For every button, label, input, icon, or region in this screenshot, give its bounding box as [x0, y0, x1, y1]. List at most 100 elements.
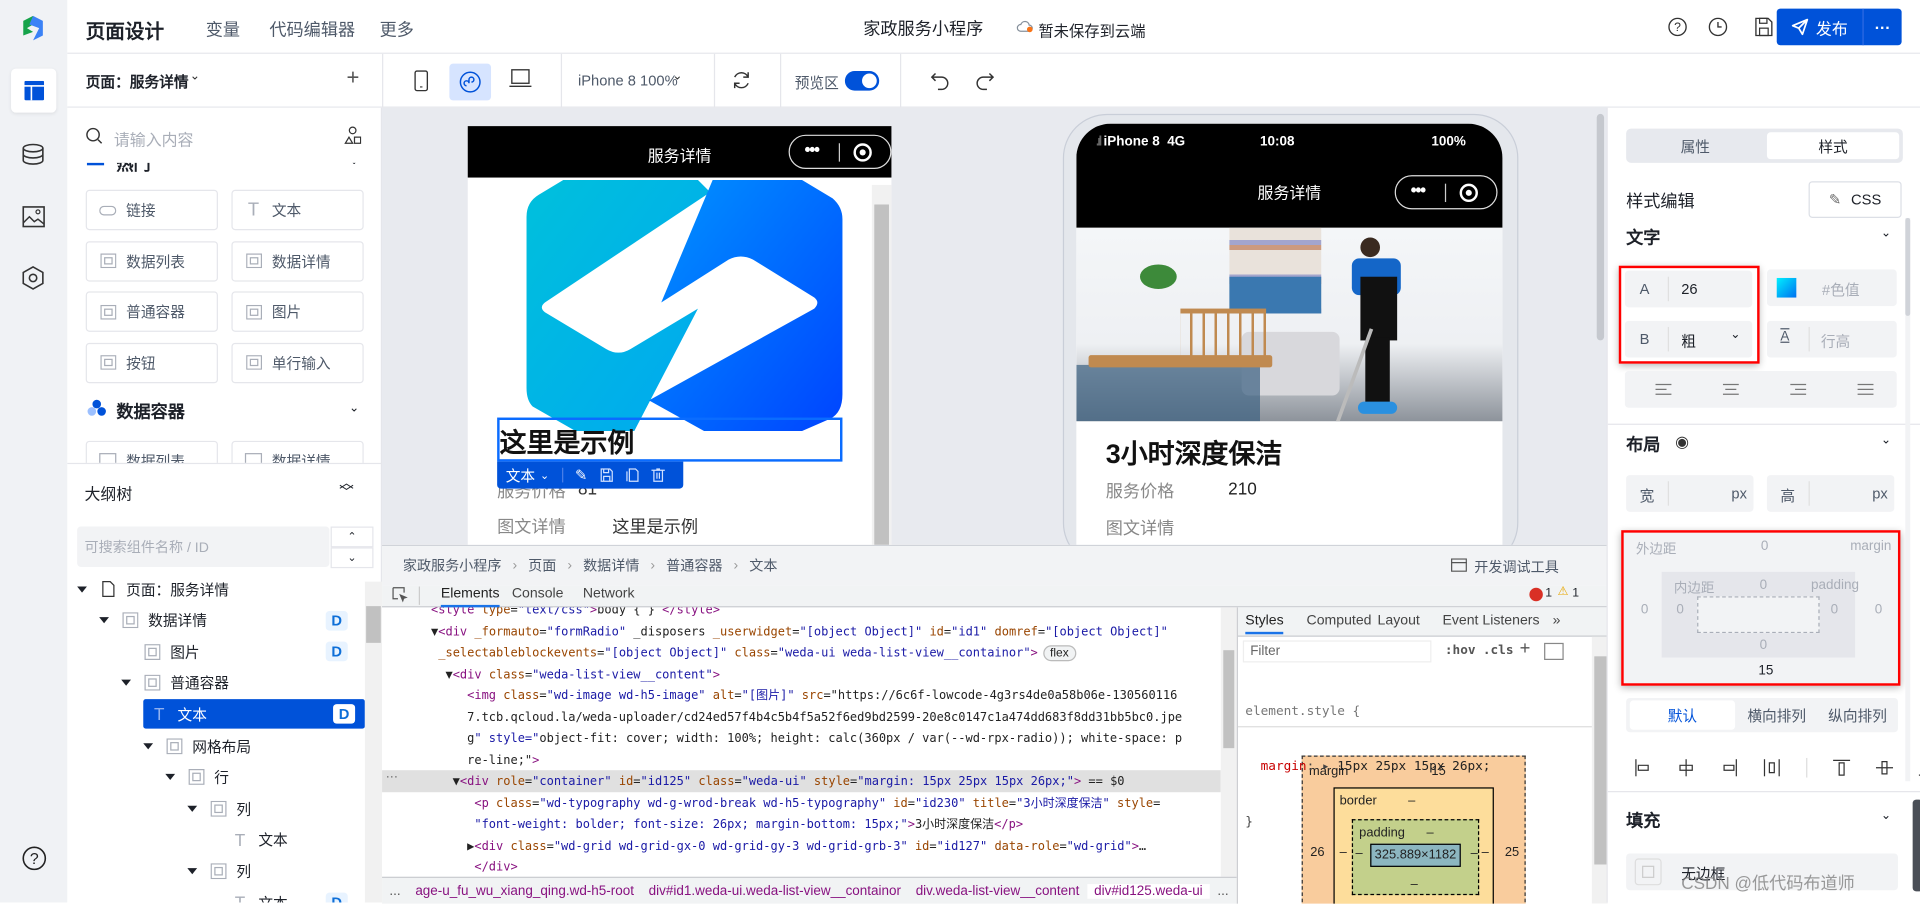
margin-bottom-input[interactable]: 15 [1758, 664, 1773, 679]
dom-line[interactable]: <p class="wd-typography wd-g-wrod-break … [382, 792, 1221, 813]
component-item[interactable]: 数据详情 [231, 240, 364, 282]
dom-line-text[interactable]: ▶<div class="wd-grid wd-grid-gx-0 wd-gri… [431, 839, 1146, 852]
dom-line[interactable]: re-line;"> [382, 749, 1221, 770]
history-icon[interactable] [1708, 17, 1728, 37]
more-dots-icon[interactable]: ••• [1411, 180, 1427, 200]
align-middle-icon[interactable] [1875, 759, 1894, 776]
component-item[interactable]: 单行输入 [231, 342, 364, 383]
group-hot[interactable]: 热门 [116, 163, 150, 176]
styles-filter-input[interactable]: Filter [1242, 640, 1432, 663]
component-item[interactable]: T 文本 [231, 189, 364, 231]
dom-line[interactable]: ▼<div role="container" id="id125" class=… [382, 770, 1221, 792]
dom-line-text[interactable]: </div> [431, 861, 517, 874]
arrange-default[interactable]: 默认 [1629, 700, 1736, 730]
more-dots-icon[interactable]: ••• [804, 140, 820, 160]
undo-icon[interactable] [930, 71, 951, 91]
component-item[interactable]: 图片 [231, 291, 364, 332]
chevron-down-icon[interactable]: ⌄ [349, 163, 359, 168]
dom-crumb[interactable]: age-u_fu_wu_xiang_qing.wd-h5-root [408, 883, 641, 898]
chevron-down-icon[interactable]: ⌄ [1881, 809, 1891, 822]
caret-down-icon[interactable] [187, 805, 198, 812]
edit-icon[interactable]: ✎ [575, 467, 587, 484]
capsule-menu[interactable]: ••• [1394, 175, 1498, 210]
chevron-down-icon[interactable]: ⌄ [349, 402, 359, 415]
error-icon[interactable] [1529, 587, 1543, 602]
open-devtools-button[interactable]: 开发调试工具 [1474, 557, 1558, 577]
elements-scrollbar[interactable] [1220, 607, 1237, 877]
expand-collapse-icon[interactable]: ︿ ﹀ [339, 475, 354, 499]
align-center-icon[interactable] [1722, 382, 1740, 397]
breadcrumb-item[interactable]: 普通容器 [666, 556, 722, 576]
breadcrumb-item[interactable]: 家政服务小程序 [403, 556, 502, 576]
align-left-icon[interactable] [1655, 382, 1673, 397]
align-justify-icon[interactable] [1857, 382, 1875, 397]
line-height-input[interactable]: A 行高 [1766, 320, 1897, 358]
dom-line-text[interactable]: ▼<div class="weda-list-view__content"> [431, 668, 720, 681]
props-scrollbar[interactable] [1905, 217, 1911, 782]
align-start-icon[interactable] [1635, 759, 1652, 777]
dom-line[interactable]: g" style="object-fit: cover; width: 100%… [382, 727, 1221, 748]
tab-variables[interactable]: 变量 [206, 17, 240, 41]
dom-line[interactable]: ▼<div class="weda-list-view__content"> [382, 663, 1221, 684]
styles-tab[interactable]: Event Listeners [1442, 613, 1539, 628]
miniprogram-icon[interactable] [449, 63, 492, 101]
dom-line-text[interactable]: <p class="wd-typography wd-g-wrod-break … [431, 797, 1160, 810]
chevron-down-icon[interactable]: ⌄ [190, 70, 200, 83]
dom-line-text[interactable]: <style type="text/css">body { } </style> [431, 607, 720, 617]
dom-line[interactable]: 7.tcb.qcloud.la/weda-uploader/cd24ed57f4… [382, 706, 1221, 727]
add-page-icon[interactable]: + [347, 65, 360, 91]
dom-line[interactable]: ▼<div _formauto="formRadio" _disposers _… [382, 620, 1221, 641]
tree-node[interactable]: 网格布局 [67, 731, 365, 760]
desktop-icon[interactable] [508, 69, 532, 89]
delete-icon[interactable] [650, 468, 665, 483]
prev-match-button[interactable]: ⌃ [330, 526, 374, 548]
rule-value[interactable]: 15px 25px 15px 26px; [1337, 759, 1490, 774]
arrange-vertical[interactable]: 纵向排列 [1817, 700, 1898, 729]
close-target-icon[interactable] [853, 143, 872, 162]
dom-line[interactable]: _selectableblockevents="[object Object]"… [382, 642, 1221, 663]
next-match-button[interactable]: ⌄ [330, 547, 374, 569]
width-input[interactable]: 宽 px [1626, 475, 1754, 512]
close-target-icon[interactable] [1459, 183, 1478, 203]
breadcrumb-item[interactable]: 页面 [528, 556, 556, 576]
tree-node[interactable]: 列 [67, 794, 365, 823]
component-type-selector[interactable]: 文本 [506, 465, 535, 486]
chevron-down-icon[interactable]: ⌄ [672, 70, 682, 83]
extension-icon[interactable] [21, 266, 45, 290]
warning-count[interactable]: 1 [1572, 587, 1579, 600]
align-end-icon[interactable] [1720, 759, 1737, 777]
dom-line[interactable]: <style type="text/css">body { } </style> [382, 607, 1221, 620]
redo-icon[interactable] [975, 71, 995, 91]
devtools-tab-elements[interactable]: Elements [440, 587, 500, 608]
outline-search-input[interactable]: 可搜索组件名称 / ID [77, 526, 330, 567]
elements-tree[interactable]: <style type="text/css">body { } </style>… [382, 607, 1221, 876]
dom-line-text[interactable]: ▼<div role="container" id="id125" class=… [431, 775, 1125, 788]
warning-icon[interactable]: ⚠ [1558, 585, 1569, 598]
chevron-down-icon[interactable]: ⌄ [1881, 227, 1891, 240]
space-between-icon[interactable] [1763, 759, 1780, 777]
padding-top-input[interactable]: 0 [1760, 578, 1768, 593]
flex-badge[interactable]: flex [1042, 645, 1077, 662]
tree-node[interactable]: 页面：服务详情 [67, 574, 365, 603]
more-dots-icon[interactable]: ··· [386, 770, 398, 783]
styles-tab[interactable]: Layout [1378, 613, 1420, 628]
selected-text-component[interactable]: 这里是示例 [497, 417, 843, 462]
css-button[interactable]: ✎ CSS [1808, 181, 1902, 218]
dom-line-text[interactable]: g" style="object-fit: cover; width: 100%… [431, 732, 1182, 745]
font-weight-select[interactable]: B 粗 ⌄ [1624, 320, 1753, 358]
tree-node[interactable]: 图片 D [67, 637, 365, 666]
copy-icon[interactable] [625, 468, 639, 483]
dom-line-text[interactable]: _selectableblockevents="[object Object]"… [431, 647, 1038, 660]
component-item[interactable]: 链接 [85, 189, 218, 231]
component-item[interactable]: 数据列表 [85, 440, 218, 463]
padding-bottom-input[interactable]: 0 [1760, 638, 1768, 653]
arrange-horizontal[interactable]: 横向排列 [1736, 700, 1817, 729]
caret-down-icon[interactable] [165, 773, 176, 781]
element-style-rule[interactable]: element.style { margin: ▸ 15px 25px 15px… [1237, 666, 1591, 829]
save-icon[interactable] [600, 468, 613, 483]
tree-node[interactable]: T 文本 D [143, 699, 365, 730]
caret-down-icon[interactable] [121, 679, 132, 687]
more-button[interactable]: ··· [1864, 9, 1902, 46]
styles-tab[interactable]: Computed [1307, 613, 1372, 628]
hov-toggle[interactable]: :hov [1445, 640, 1476, 661]
